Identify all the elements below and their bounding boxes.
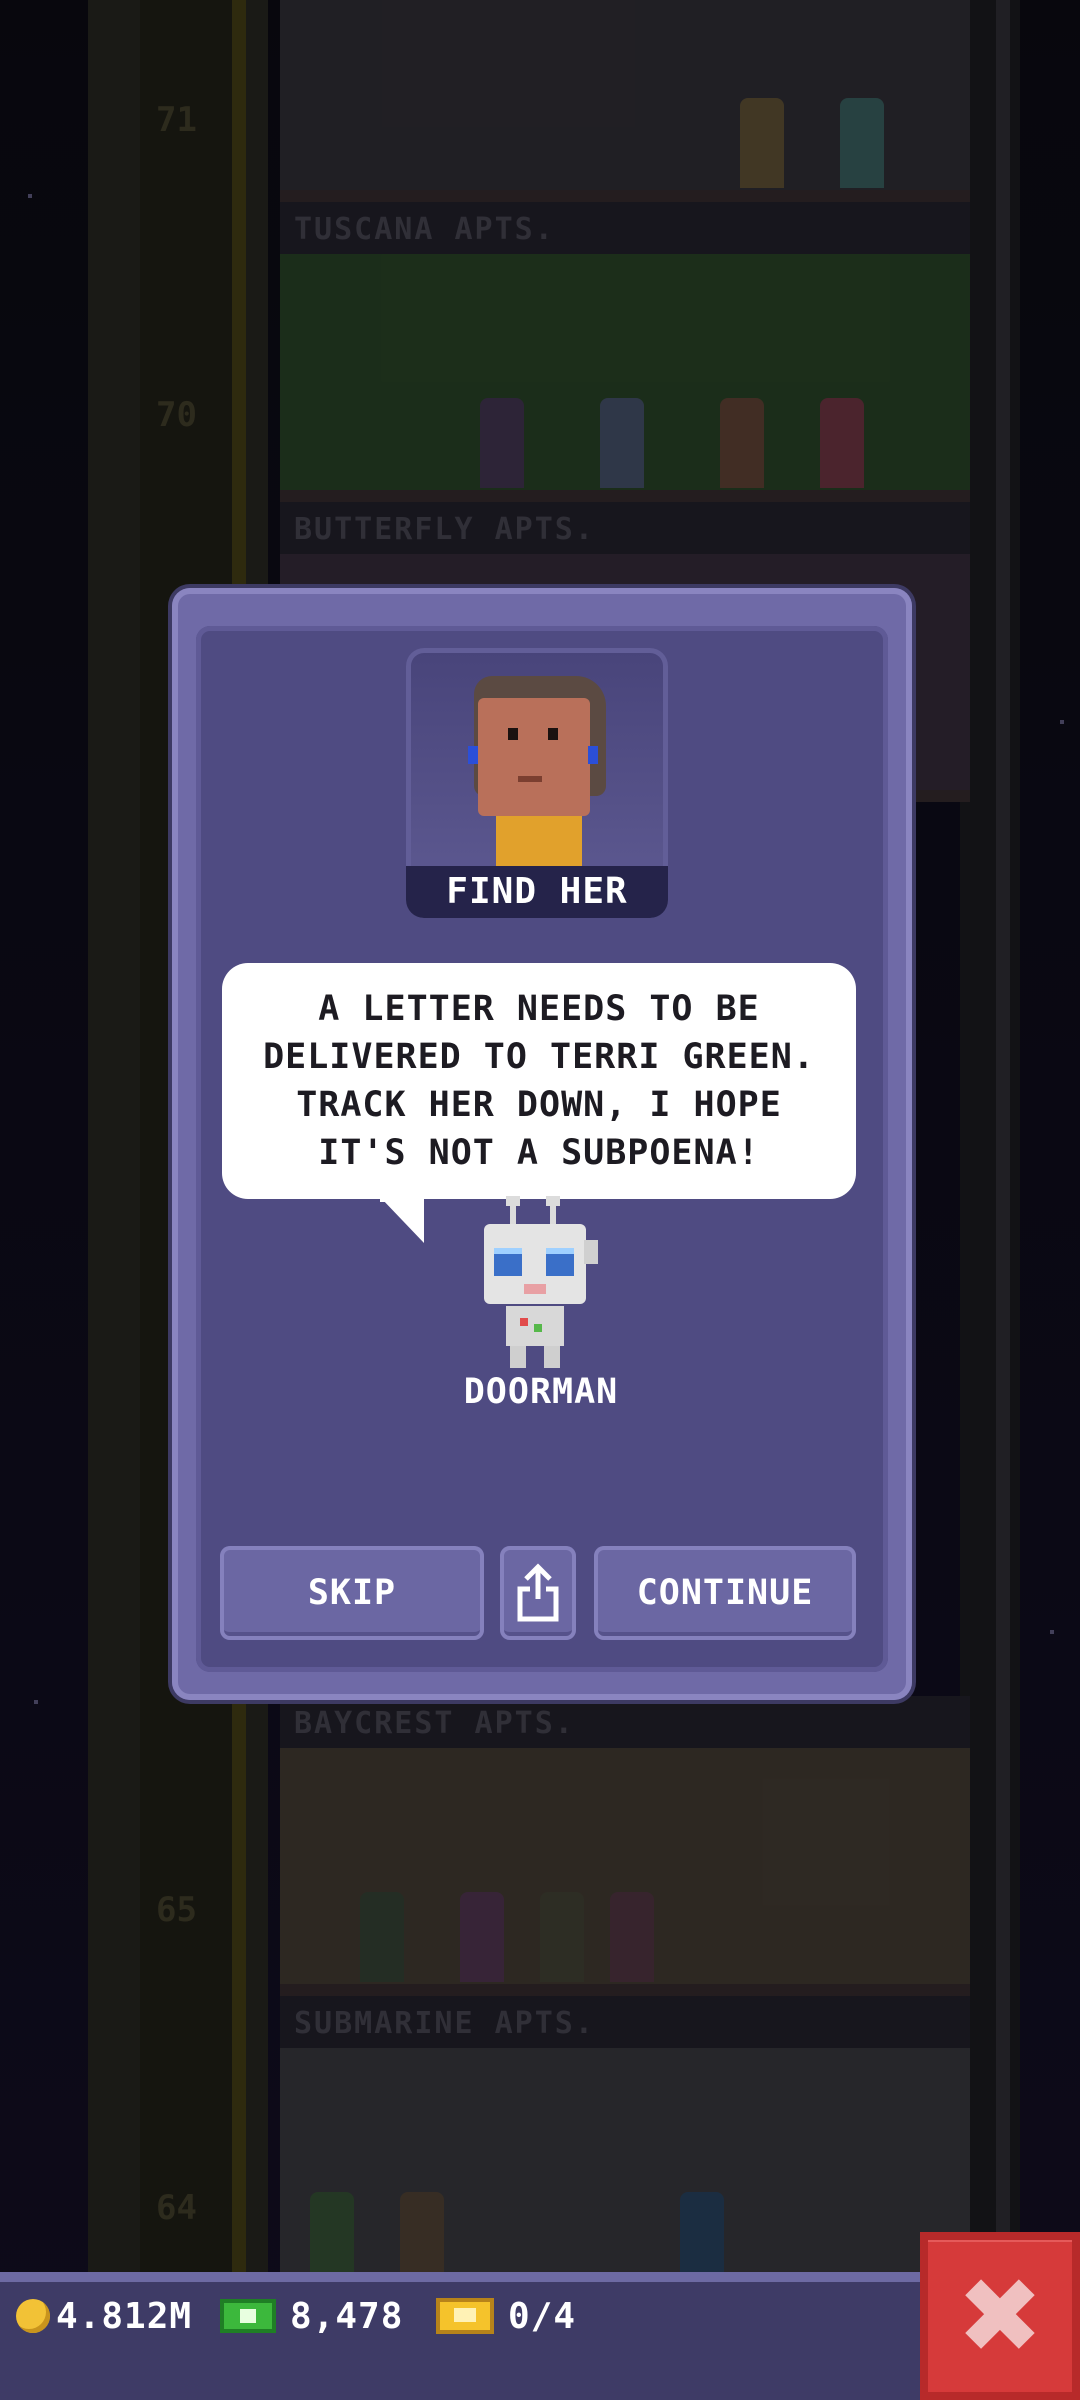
character-eye	[548, 728, 558, 740]
character-eye	[508, 728, 518, 740]
close-button[interactable]: ✖	[920, 2232, 1080, 2400]
continue-button[interactable]: CONTINUE	[594, 1546, 856, 1640]
character-mouth	[518, 776, 542, 782]
doorman-robot-avatar	[480, 1196, 600, 1370]
earring-icon	[468, 746, 478, 764]
speech-bubble-tail-joint	[380, 1196, 424, 1202]
mission-title: FIND HER	[406, 866, 668, 918]
coin-icon	[16, 2299, 50, 2333]
speech-bubble: A LETTER NEEDS TO BE DELIVERED TO TERRI …	[222, 963, 856, 1199]
tickets-display[interactable]: 0/4	[436, 2295, 577, 2337]
tower-bux-icon	[220, 2299, 276, 2333]
golden-ticket-icon	[436, 2298, 494, 2334]
coins-value: 4.812M	[56, 2295, 193, 2337]
close-icon: ✖	[956, 2255, 1044, 2377]
speaker-name: DOORMAN	[463, 1372, 619, 1412]
share-icon	[517, 1563, 559, 1622]
skip-button[interactable]: SKIP	[220, 1546, 484, 1640]
speech-bubble-tail	[380, 1197, 424, 1243]
coins-display[interactable]: 4.812M	[16, 2295, 193, 2337]
bux-value: 8,478	[290, 2295, 404, 2337]
character-face	[478, 698, 590, 816]
share-button[interactable]	[500, 1546, 576, 1640]
earring-icon	[588, 746, 598, 764]
mission-message: A LETTER NEEDS TO BE DELIVERED TO TERRI …	[263, 989, 815, 1173]
tickets-value: 0/4	[508, 2295, 577, 2337]
bux-display[interactable]: 8,478	[220, 2295, 404, 2337]
target-portrait: FIND HER	[406, 648, 668, 918]
